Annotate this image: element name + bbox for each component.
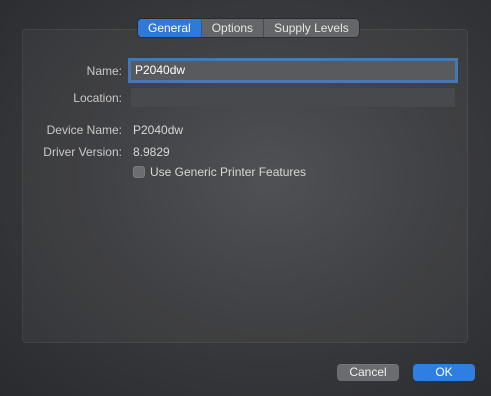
tab-bar: General Options Supply Levels — [138, 19, 359, 37]
driver-version-value: 8.9829 — [133, 145, 170, 159]
device-name-label: Device Name: — [46, 123, 122, 137]
tab-general[interactable]: General — [138, 19, 202, 37]
location-label: Location: — [73, 91, 122, 105]
tab-supply-levels[interactable]: Supply Levels — [264, 19, 359, 37]
generic-features-label[interactable]: Use Generic Printer Features — [150, 165, 306, 179]
driver-version-label: Driver Version: — [43, 145, 122, 159]
generic-features-checkbox[interactable] — [133, 166, 145, 178]
name-label: Name: — [86, 64, 122, 78]
printer-info-sheet: General Options Supply Levels Name: Loca… — [0, 0, 491, 396]
ok-button[interactable]: OK — [413, 364, 475, 381]
cancel-button[interactable]: Cancel — [337, 364, 399, 381]
name-field[interactable] — [131, 61, 455, 80]
tab-options[interactable]: Options — [202, 19, 265, 37]
location-field[interactable] — [131, 88, 455, 107]
generic-features-row[interactable]: Use Generic Printer Features — [133, 165, 306, 179]
device-name-value: P2040dw — [133, 123, 184, 137]
